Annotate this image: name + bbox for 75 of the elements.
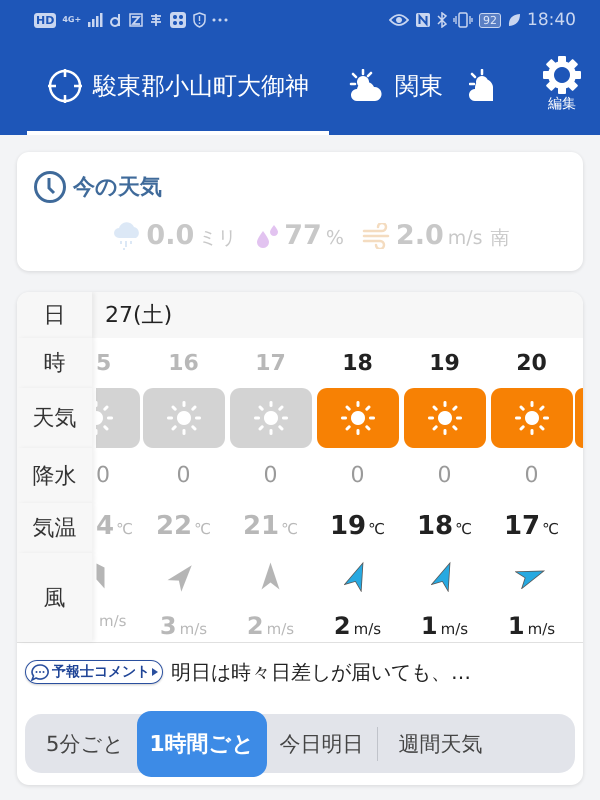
speed-unit: m/s <box>528 620 556 638</box>
comment-text: 明日は時々日差しが届いても、… <box>171 658 471 686</box>
view-mode-tab[interactable]: 今日明日 <box>266 714 377 773</box>
shield-icon <box>193 12 206 28</box>
location-tab[interactable]: 駿東郡小山町大御神 <box>27 40 329 135</box>
hd-indicator: HD <box>34 12 56 28</box>
wind-speed: 2 <box>246 612 264 640</box>
hour-label: 19 <box>429 350 460 376</box>
date-label: 27(土) <box>105 302 172 330</box>
nfc-icon <box>415 12 431 28</box>
row-label: 降水 <box>32 462 76 490</box>
wind-speed: 3 <box>160 612 177 640</box>
hour-label: 16 <box>168 350 199 376</box>
precip-value: 0 <box>176 463 190 488</box>
temperature-value: 18 <box>416 511 454 541</box>
app-icon <box>129 13 144 27</box>
clock-time: 18:40 <box>527 10 576 30</box>
network-type: 4G+ <box>62 16 82 24</box>
temperature-value: 17 <box>504 511 540 541</box>
wind-speed: 1 <box>420 612 438 640</box>
vibrate-icon <box>453 12 473 28</box>
temperature-unit: ℃ <box>455 520 472 538</box>
temperature-unit: ℃ <box>368 520 386 538</box>
precip-value: 0 <box>350 463 364 488</box>
section-title: 今の天気 <box>73 174 162 202</box>
chat-icon <box>30 663 50 681</box>
caret-icon <box>152 667 158 677</box>
view-mode-tab[interactable]: 週間天気 <box>386 714 496 773</box>
temperature-value: 4 <box>96 511 114 541</box>
hour-label: 18 <box>342 350 373 376</box>
forecaster-comment-badge[interactable]: 予報士コメント <box>25 660 163 684</box>
temperature-value: 21 <box>242 511 280 541</box>
sun-cloud-icon <box>469 68 493 102</box>
settings-icon <box>542 54 582 94</box>
hour-label: 5 <box>96 350 112 376</box>
wind-speed: 1 <box>508 612 525 640</box>
speed-unit: m/s <box>354 620 382 638</box>
speed-unit: m/s <box>266 620 294 638</box>
app-icon <box>149 13 164 27</box>
more-icon <box>212 17 228 23</box>
signal-icon <box>87 12 104 28</box>
temperature-unit: ℃ <box>116 520 133 538</box>
wind-icon <box>362 222 392 248</box>
humidity-unit: % <box>326 227 344 249</box>
speed-unit: m/s <box>440 620 468 638</box>
row-label: 気温 <box>32 515 76 543</box>
row-label: 風 <box>44 584 66 612</box>
temperature-unit: ℃ <box>194 520 212 538</box>
crosshair-icon <box>47 68 83 104</box>
precip-value: 0 <box>438 463 452 488</box>
row-label: 時 <box>44 350 66 378</box>
row-label: 日 <box>44 302 66 330</box>
droplets-icon <box>254 222 280 248</box>
speed-unit: m/s <box>180 620 208 638</box>
speed-unit: m/s <box>99 612 126 630</box>
precip-value: 0 <box>264 463 278 488</box>
precip-value: 0 <box>524 463 538 488</box>
leaf-icon <box>507 13 521 27</box>
hour-label: 17 <box>255 350 286 376</box>
bluetooth-icon <box>437 12 447 28</box>
wind-speed: 2 <box>334 612 351 640</box>
hour-label: 20 <box>516 350 547 376</box>
clock-icon <box>33 170 67 204</box>
battery-level: 92 <box>479 12 501 28</box>
precip-value: 0 <box>96 463 110 488</box>
eye-icon <box>389 13 409 27</box>
temperature-value: 19 <box>330 511 366 541</box>
temperature-value: 22 <box>156 511 192 541</box>
temperature-unit: ℃ <box>281 520 298 538</box>
app-icon <box>169 11 188 29</box>
location-tab[interactable]: 関東 <box>329 40 463 135</box>
temperature-unit: ℃ <box>542 520 560 538</box>
row-label: 天気 <box>32 405 76 433</box>
edit-button[interactable]: 編集 <box>532 40 600 135</box>
view-mode-tab[interactable]: 5分ごと <box>33 714 138 773</box>
